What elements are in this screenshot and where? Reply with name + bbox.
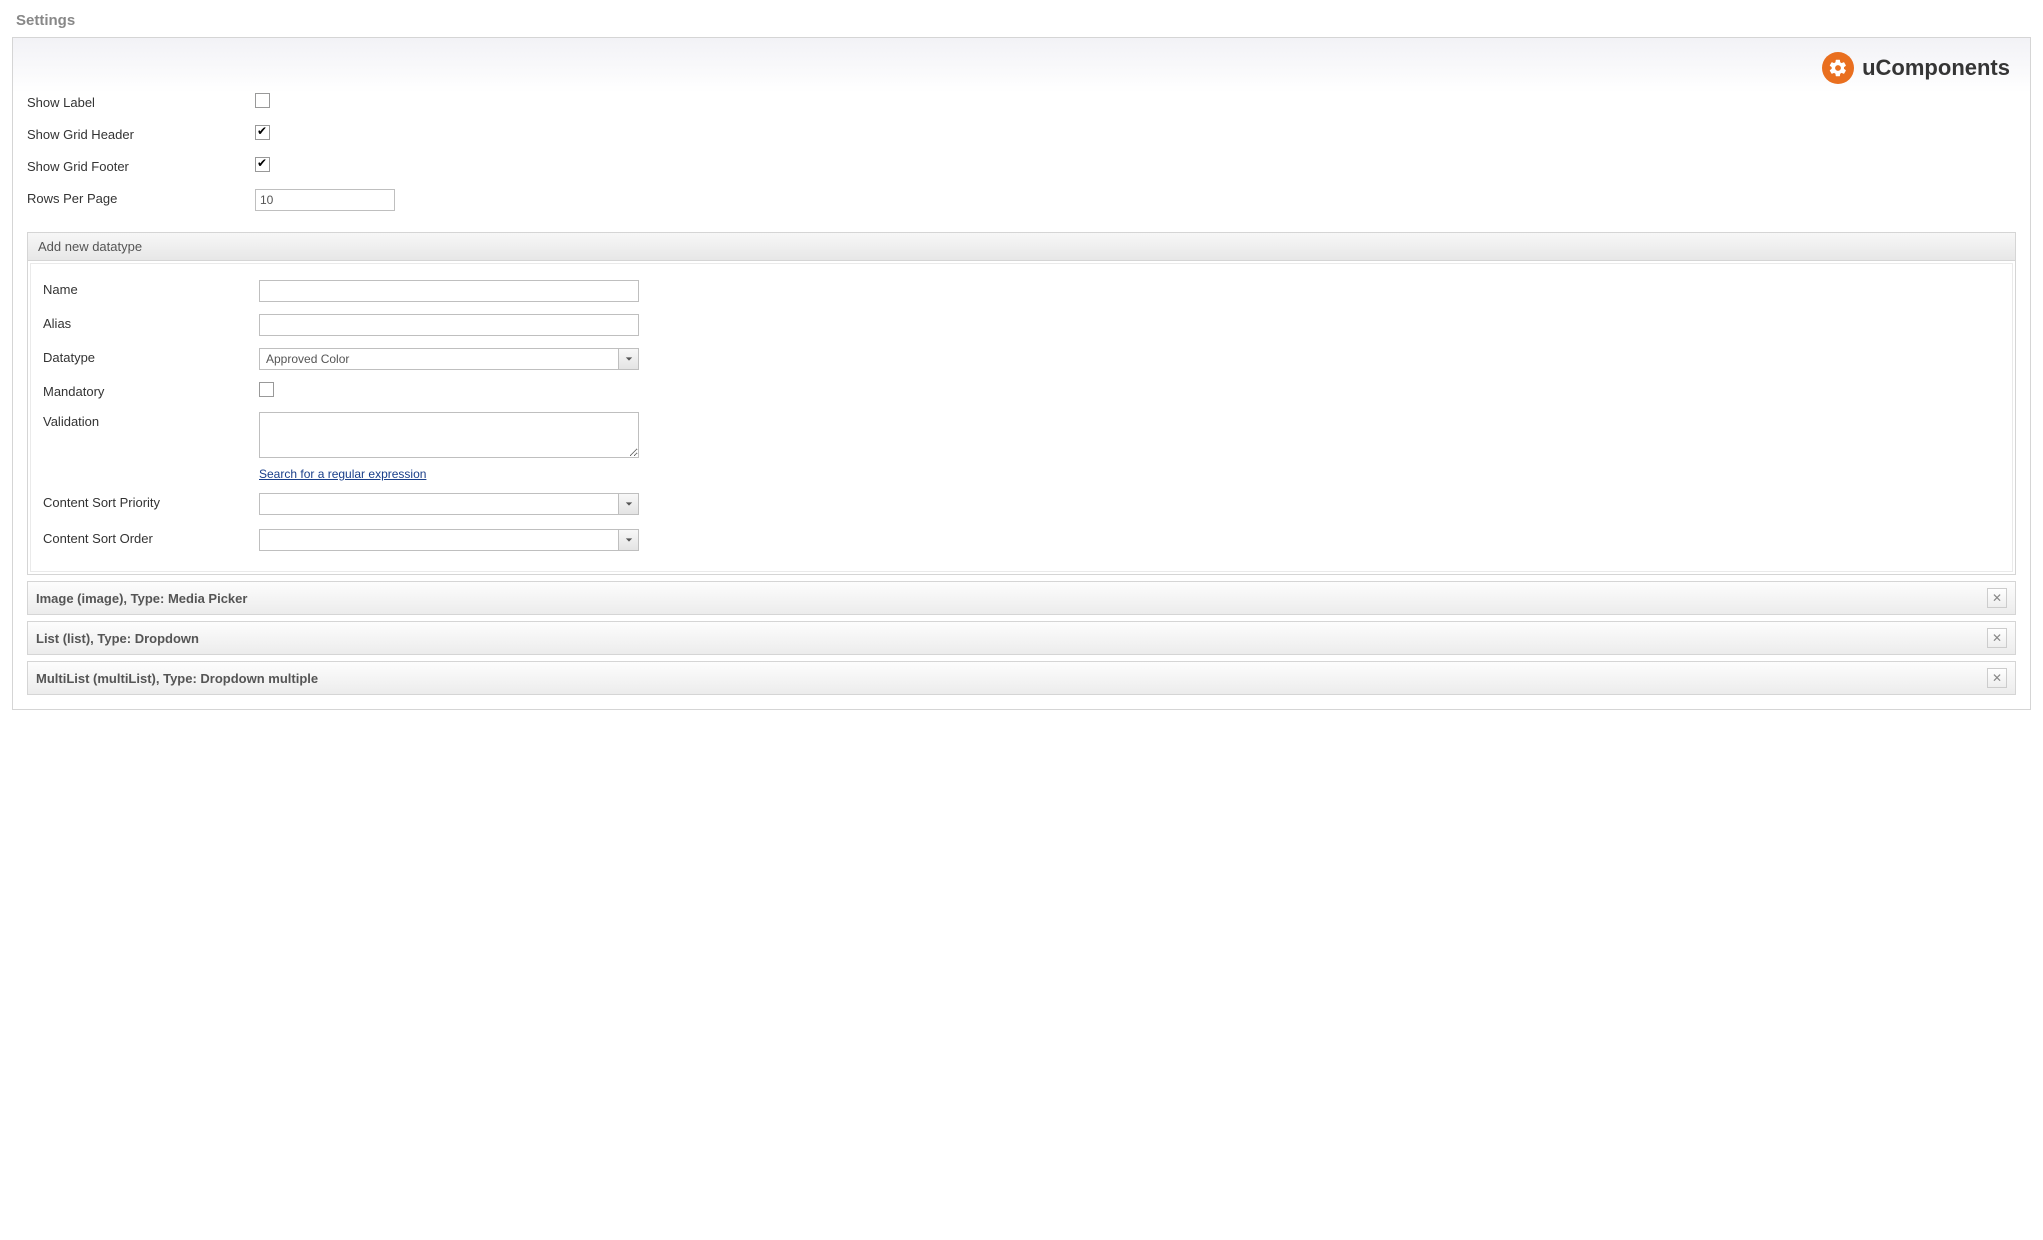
datatype-row[interactable]: Image (image), Type: Media Picker ✕ (27, 581, 2016, 615)
add-datatype-fieldset: Add new datatype Name Alias Datatype App… (27, 232, 2016, 575)
gears-icon (1822, 52, 1854, 84)
mandatory-checkbox[interactable] (259, 382, 274, 397)
logo: uComponents (1822, 52, 2010, 84)
close-icon[interactable]: ✕ (1987, 668, 2007, 688)
datatype-select-value: Approved Color (260, 349, 618, 369)
content-sort-priority-select[interactable] (259, 493, 639, 515)
alias-label: Alias (43, 314, 259, 331)
show-label-label: Show Label (27, 93, 255, 110)
rows-per-page-input[interactable] (255, 189, 395, 211)
name-label: Name (43, 280, 259, 297)
datatype-row-label: MultiList (multiList), Type: Dropdown mu… (36, 671, 318, 686)
add-datatype-heading: Add new datatype (28, 233, 2015, 261)
content-sort-order-value (260, 530, 618, 550)
datatype-row-label: Image (image), Type: Media Picker (36, 591, 247, 606)
validation-textarea[interactable] (259, 412, 639, 458)
datatype-row[interactable]: MultiList (multiList), Type: Dropdown mu… (27, 661, 2016, 695)
content-sort-priority-value (260, 494, 618, 514)
regex-search-link[interactable]: Search for a regular expression (259, 467, 426, 481)
close-icon[interactable]: ✕ (1987, 628, 2007, 648)
content-sort-order-label: Content Sort Order (43, 529, 259, 546)
datatype-row[interactable]: List (list), Type: Dropdown ✕ (27, 621, 2016, 655)
chevron-down-icon (618, 494, 638, 514)
datatype-row-label: List (list), Type: Dropdown (36, 631, 199, 646)
show-label-checkbox[interactable] (255, 93, 270, 108)
top-settings: Show Label Show Grid Header Show Grid Fo… (27, 86, 2016, 218)
page-title: Settings (12, 12, 2031, 29)
datatype-label: Datatype (43, 348, 259, 365)
close-icon[interactable]: ✕ (1987, 588, 2007, 608)
logo-text: uComponents (1862, 55, 2010, 81)
name-input[interactable] (259, 280, 639, 302)
mandatory-label: Mandatory (43, 382, 259, 399)
show-grid-header-checkbox[interactable] (255, 125, 270, 140)
datatype-select[interactable]: Approved Color (259, 348, 639, 370)
rows-per-page-label: Rows Per Page (27, 189, 255, 206)
alias-input[interactable] (259, 314, 639, 336)
show-grid-footer-label: Show Grid Footer (27, 157, 255, 174)
chevron-down-icon (618, 349, 638, 369)
content-sort-order-select[interactable] (259, 529, 639, 551)
chevron-down-icon (618, 530, 638, 550)
content-sort-priority-label: Content Sort Priority (43, 493, 259, 510)
show-grid-header-label: Show Grid Header (27, 125, 255, 142)
show-grid-footer-checkbox[interactable] (255, 157, 270, 172)
settings-panel: uComponents Show Label Show Grid Header … (12, 37, 2031, 710)
validation-label: Validation (43, 412, 259, 429)
